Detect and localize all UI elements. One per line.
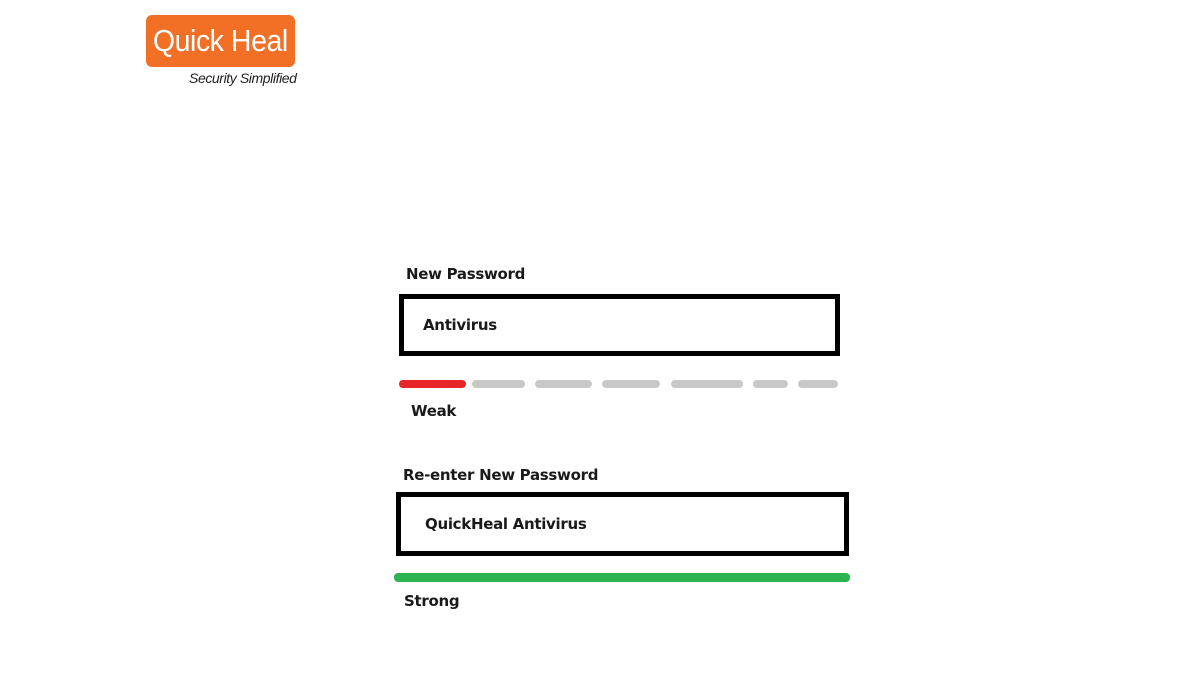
strength-segment-inactive <box>753 380 788 388</box>
new-password-value: Antivirus <box>423 316 497 334</box>
strength-segment-inactive <box>671 380 743 388</box>
reenter-password-strength-label: Strong <box>404 592 460 610</box>
strength-segment-inactive <box>602 380 660 388</box>
logo-tagline: Security Simplified <box>189 70 297 86</box>
reenter-password-field[interactable]: QuickHeal Antivirus <box>396 492 849 556</box>
strength-segment-inactive <box>472 380 525 388</box>
reenter-password-strength-meter <box>394 573 850 582</box>
logo-name: Quick Heal <box>153 23 288 58</box>
reenter-password-label: Re-enter New Password <box>403 466 599 484</box>
strength-segment-inactive <box>535 380 592 388</box>
new-password-strength-label: Weak <box>411 402 457 420</box>
password-strength-page: Quick Heal Security Simplified New Passw… <box>0 0 1200 675</box>
reenter-password-value: QuickHeal Antivirus <box>425 515 587 533</box>
quick-heal-logo: Quick Heal <box>146 15 295 67</box>
strength-segment-active <box>399 380 466 388</box>
new-password-label: New Password <box>406 265 526 283</box>
strength-segment-inactive <box>798 380 838 388</box>
new-password-field[interactable]: Antivirus <box>399 294 840 356</box>
